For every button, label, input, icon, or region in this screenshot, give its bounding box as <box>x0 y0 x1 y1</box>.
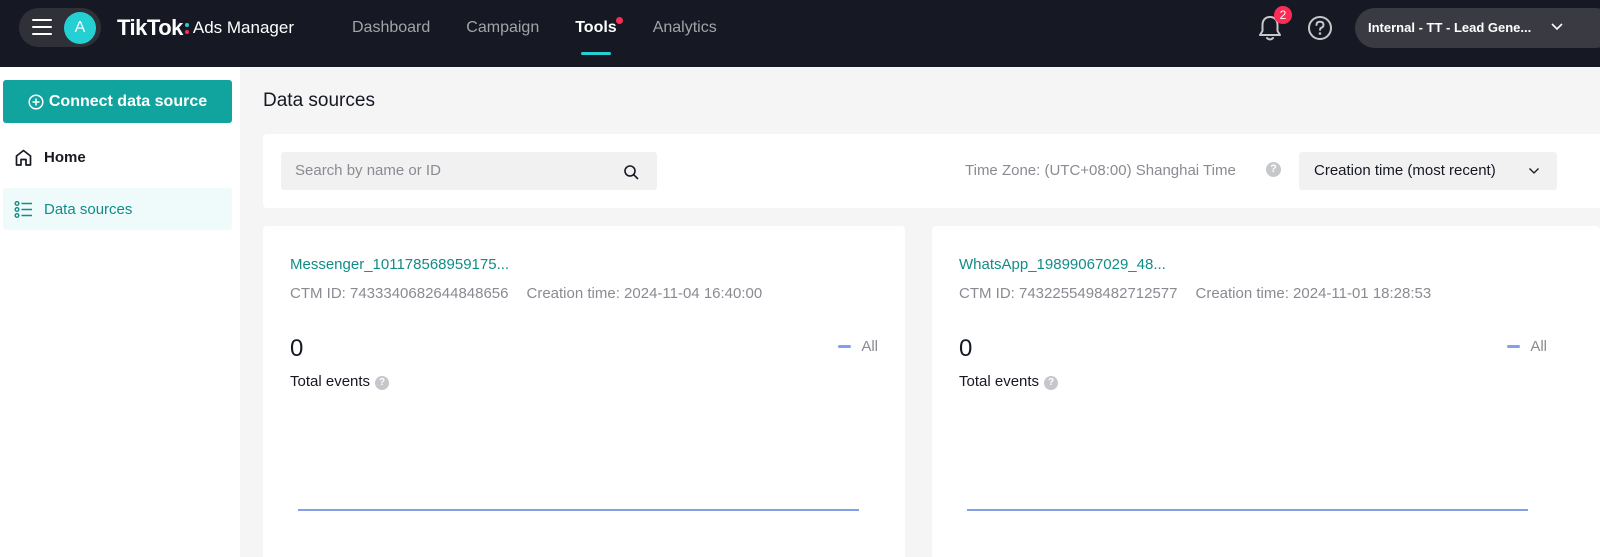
data-source-name-link[interactable]: Messenger_101178568959175... <box>290 256 509 273</box>
nav-campaign[interactable]: Campaign <box>466 0 539 55</box>
legend-swatch <box>1507 345 1521 348</box>
sort-selected-value: Creation time (most recent) <box>1314 162 1496 179</box>
connect-data-source-button[interactable]: Connect data source <box>3 80 232 123</box>
nav-analytics[interactable]: Analytics <box>653 0 717 55</box>
main-nav: Dashboard Campaign Tools Analytics <box>352 0 753 67</box>
nav-dashboard[interactable]: Dashboard <box>352 0 430 55</box>
page-title: Data sources <box>263 90 375 111</box>
sidebar-item-label: Home <box>44 148 86 166</box>
timezone-label: Time Zone: (UTC+08:00) Shanghai Time <box>965 162 1236 179</box>
sidebar-item-label: Data sources <box>44 200 133 218</box>
total-events-text: Total events <box>290 373 371 390</box>
creation-time: Creation time: 2024-11-04 16:40:00 <box>526 285 763 302</box>
menu-pill[interactable]: A <box>19 8 101 47</box>
total-events-label: Total events? <box>290 373 390 390</box>
total-events-value: 0 <box>959 335 973 362</box>
total-events-label: Total events? <box>959 373 1059 390</box>
data-source-card: Messenger_101178568959175... CTM ID: 743… <box>263 226 905 557</box>
legend-label: All <box>861 338 878 355</box>
question-help-icon[interactable]: ? <box>1044 376 1059 390</box>
legend-label: All <box>1530 338 1547 355</box>
chart-legend: All <box>838 338 878 355</box>
question-help-icon[interactable]: ? <box>1266 162 1281 177</box>
chevron-down-icon[interactable] <box>1550 22 1564 32</box>
chart-legend: All <box>1507 338 1547 355</box>
legend-swatch <box>838 345 852 348</box>
logo-brand-text: TikTok <box>117 15 183 40</box>
total-events-value: 0 <box>290 335 304 362</box>
events-chart-line <box>298 509 859 511</box>
hamburger-menu-icon[interactable] <box>32 19 52 36</box>
tiktok-ads-manager-logo[interactable]: TikTok Ads Manager <box>117 13 294 43</box>
top-navigation-bar: A TikTok Ads Manager Dashboard Campaign … <box>0 0 1600 67</box>
connect-data-source-label: Connect data source <box>48 92 208 110</box>
sidebar-item-data-sources[interactable]: Data sources <box>3 188 232 230</box>
nav-tools-red-dot <box>615 17 623 24</box>
ctm-id: CTM ID: 7432255498482712577 <box>959 285 1178 302</box>
data-source-meta: CTM ID: 7433340682644848656 Creation time… <box>290 285 762 302</box>
list-icon <box>14 200 32 218</box>
logo-product-text: Ads Manager <box>192 18 294 37</box>
ctm-id: CTM ID: 7433340682644848656 <box>290 285 509 302</box>
data-source-name-link[interactable]: WhatsApp_19899067029_48... <box>959 256 1166 273</box>
total-events-text: Total events <box>959 373 1040 390</box>
chevron-down-icon <box>1529 168 1539 174</box>
nav-tools[interactable]: Tools <box>575 0 623 55</box>
question-help-icon[interactable]: ? <box>375 376 390 390</box>
filter-bar: Search by name or ID Time Zone: (UTC+08:… <box>263 134 1600 208</box>
creation-time: Creation time: 2024-11-01 18:28:53 <box>1195 285 1432 302</box>
search-input[interactable]: Search by name or ID <box>281 152 657 190</box>
search-placeholder: Search by name or ID <box>295 162 441 179</box>
logo-colon-icon <box>184 20 189 37</box>
data-source-meta: CTM ID: 7432255498482712577 Creation time… <box>959 285 1431 302</box>
notification-badge: 2 <box>1274 6 1292 24</box>
search-icon[interactable] <box>623 164 639 180</box>
home-icon <box>15 149 32 166</box>
sidebar: Connect data source Home Data sources <box>0 67 240 557</box>
sort-dropdown[interactable]: Creation time (most recent) <box>1299 152 1557 190</box>
avatar[interactable]: A <box>64 12 96 44</box>
events-chart-line <box>967 509 1528 511</box>
nav-tools-label: Tools <box>575 19 617 36</box>
data-source-card: WhatsApp_19899067029_48... CTM ID: 74322… <box>932 226 1600 557</box>
sidebar-item-home[interactable]: Home <box>3 136 232 178</box>
help-icon[interactable] <box>1307 15 1333 41</box>
plus-circle-icon <box>28 93 44 110</box>
